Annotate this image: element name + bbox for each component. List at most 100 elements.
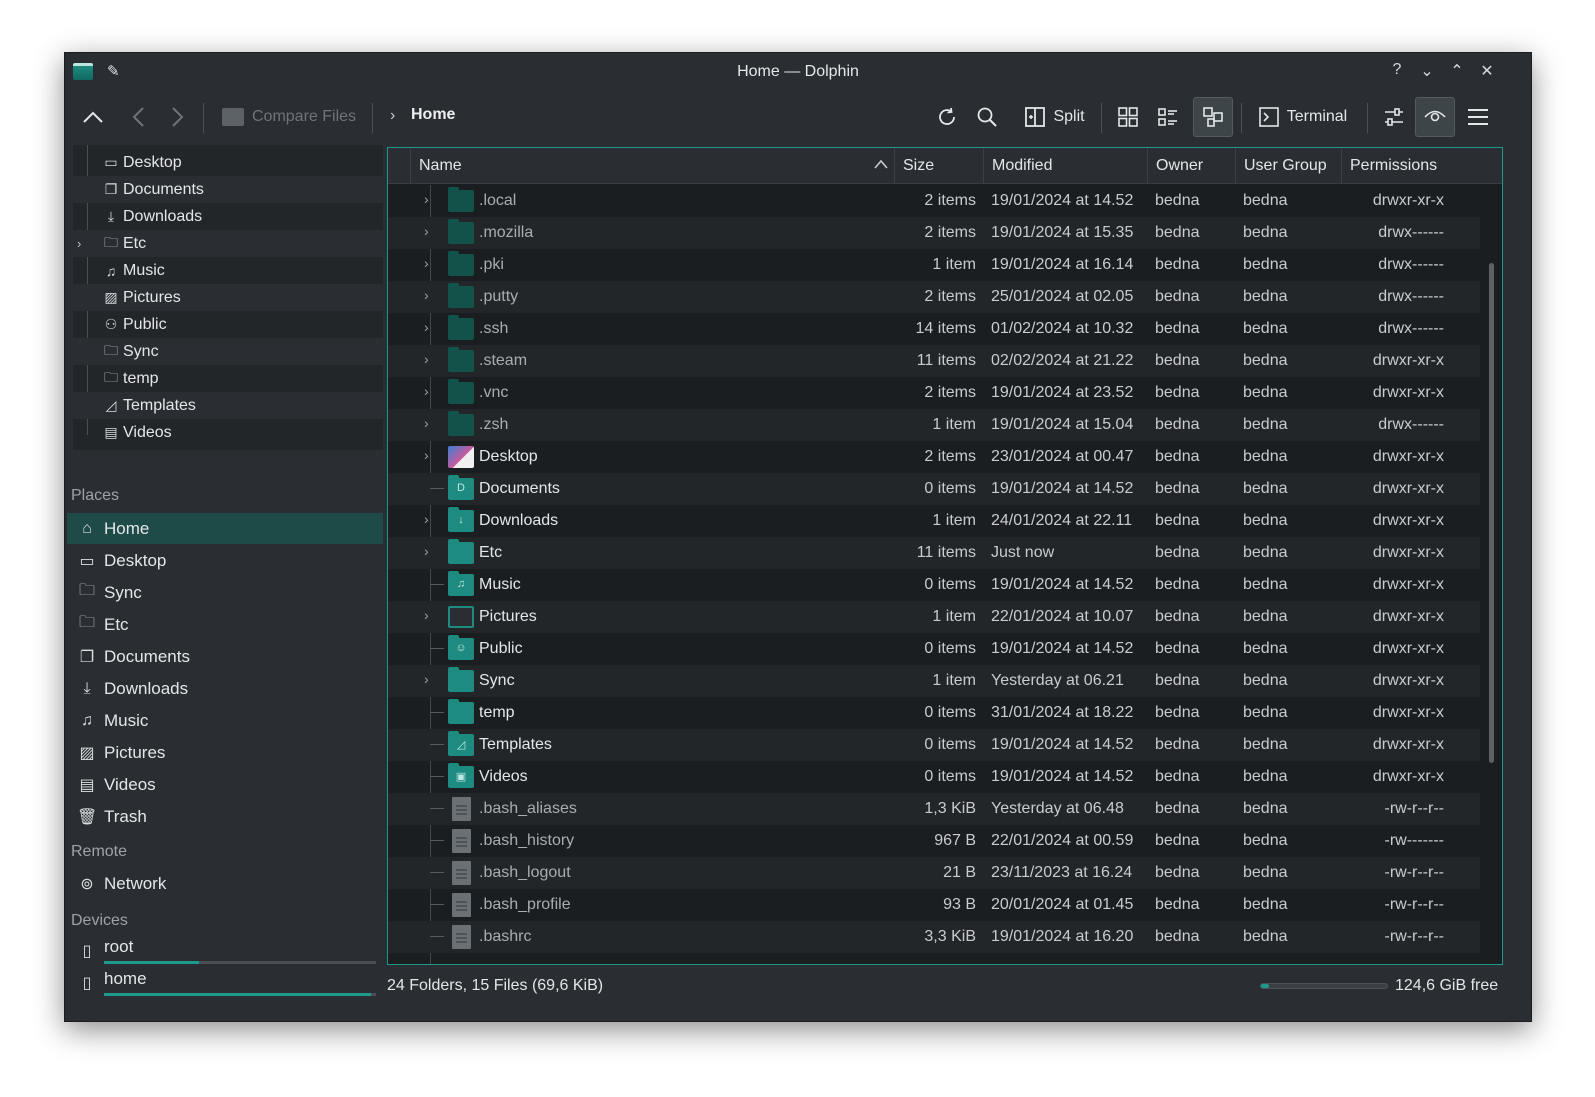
free-space-label[interactable]: 124,6 GiB free — [1395, 977, 1498, 995]
column-size[interactable]: Size — [894, 148, 983, 184]
folder-tree-item[interactable]: ⤓ Downloads — [73, 203, 383, 230]
folder-tree-item[interactable]: 🗀 temp — [73, 365, 383, 392]
folder-icon — [448, 283, 474, 308]
expand-chevron-icon[interactable]: › — [77, 236, 81, 251]
file-row[interactable]: › Etc 11 items Just now bedna bedna drwxr-xr-x — [388, 537, 1480, 569]
icons-view-button[interactable] — [1111, 93, 1145, 141]
folder-tree-item[interactable]: ⚇ Public — [73, 311, 383, 338]
file-name: .mozilla — [479, 224, 534, 241]
up-button[interactable] — [77, 93, 109, 141]
file-row[interactable]: › .putty 2 items 25/01/2024 at 02.05 bedna be… — [388, 281, 1480, 313]
file-row[interactable]: › .ssh 14 items 01/02/2024 at 10.32 bedna bed… — [388, 313, 1480, 345]
details-view[interactable]: Name Size Modified Owner User Group Perm… — [387, 147, 1503, 965]
places-item-pictures[interactable]: ▨ Pictures — [67, 737, 383, 768]
preview-toggle-button[interactable] — [1415, 97, 1455, 137]
search-button[interactable] — [971, 93, 1003, 141]
expand-chevron-icon[interactable]: › — [424, 319, 429, 335]
file-row[interactable]: › .local 2 items 19/01/2024 at 14.52 bedna be… — [388, 185, 1480, 217]
file-row[interactable]: › Pictures 1 item 22/01/2024 at 10.07 bedna b… — [388, 601, 1480, 633]
back-button[interactable] — [123, 93, 153, 141]
main-menu-button[interactable] — [1461, 93, 1495, 141]
file-row[interactable]: › .zsh 1 item 19/01/2024 at 15.04 bedna bedna… — [388, 409, 1480, 441]
split-button[interactable]: Split — [1017, 93, 1093, 141]
expand-chevron-icon[interactable]: › — [424, 511, 429, 527]
column-modified[interactable]: Modified — [983, 148, 1147, 184]
device-item-home[interactable]: ▯ home — [67, 967, 383, 998]
vertical-scrollbar[interactable] — [1480, 185, 1502, 964]
expand-chevron-icon[interactable]: › — [424, 607, 429, 623]
file-row[interactable]: ☺ Public 0 items 19/01/2024 at 14.52 bedna be… — [388, 633, 1480, 665]
column-owner[interactable]: Owner — [1147, 148, 1235, 184]
file-row[interactable]: .bashrc 3,3 KiB 19/01/2024 at 16.20 bedna be… — [388, 921, 1480, 953]
expand-chevron-icon[interactable]: › — [424, 191, 429, 207]
terminal-button[interactable]: Terminal — [1251, 93, 1355, 141]
file-size: 0 items — [924, 704, 976, 721]
file-row[interactable]: › .mozilla 2 items 19/01/2024 at 15.35 bedna… — [388, 217, 1480, 249]
reload-button[interactable] — [931, 93, 963, 141]
places-item-music[interactable]: ♫ Music — [67, 705, 383, 736]
expand-chevron-icon[interactable]: › — [424, 383, 429, 399]
folder-tree-label: Etc — [123, 234, 147, 252]
file-row[interactable]: › .pki 1 item 19/01/2024 at 16.14 bedna bedna… — [388, 249, 1480, 281]
folder-tree-item[interactable]: 🗀 Sync — [73, 338, 383, 365]
file-row[interactable]: .bash_history 967 B 22/01/2024 at 00.59 bed… — [388, 825, 1480, 857]
places-item-downloads[interactable]: ⤓ Downloads — [67, 673, 383, 704]
folder-tree-item[interactable]: ▤ Videos — [73, 419, 383, 446]
places-item-videos[interactable]: ▤ Videos — [67, 769, 383, 800]
folder-tree-item[interactable]: ❐ Documents — [73, 176, 383, 203]
file-row[interactable]: ▣ Videos 0 items 19/01/2024 at 14.52 bedna be… — [388, 761, 1480, 793]
expand-chevron-icon[interactable]: › — [424, 255, 429, 271]
expand-chevron-icon[interactable]: › — [424, 671, 429, 687]
folder-emblem-icon: ▣ — [455, 771, 467, 783]
places-item-documents[interactable]: ❐ Documents — [67, 641, 383, 672]
file-row[interactable]: › ↓ Downloads 1 item 24/01/2024 at 22.11 bedn… — [388, 505, 1480, 537]
expand-chevron-icon[interactable]: › — [424, 287, 429, 303]
places-item-desktop[interactable]: ▭ Desktop — [67, 545, 383, 576]
column-name[interactable]: Name — [410, 148, 894, 184]
column-user-group[interactable]: User Group — [1235, 148, 1341, 184]
folder-tree-item[interactable]: ◿ Templates — [73, 392, 383, 419]
places-item-home[interactable]: ⌂ Home — [67, 513, 383, 544]
folder-tree-item[interactable]: › 🗀 Etc — [73, 230, 383, 257]
compare-files-button[interactable]: Compare Files — [219, 93, 359, 141]
file-row[interactable]: .bash_logout 21 B 23/11/2023 at 16.24 bedna… — [388, 857, 1480, 889]
remote-heading: Remote — [71, 843, 128, 860]
file-row[interactable]: .bash_aliases 1,3 KiB Yesterday at 06.48 be… — [388, 793, 1480, 825]
forward-button[interactable] — [163, 93, 193, 141]
places-item-trash[interactable]: 🗑 Trash — [67, 801, 383, 832]
selection-summary: 24 Folders, 15 Files (69,6 KiB) — [387, 977, 604, 994]
file-group: bedna — [1243, 736, 1288, 753]
expand-chevron-icon[interactable]: › — [424, 223, 429, 239]
file-row[interactable]: ♫ Music 0 items 19/01/2024 at 14.52 bedna bed… — [388, 569, 1480, 601]
minimize-button[interactable]: ⌄ — [1417, 61, 1437, 81]
remote-item-network[interactable]: ⊚ Network — [67, 868, 383, 899]
folder-tree-item[interactable]: ♫ Music — [73, 257, 383, 284]
compact-view-button[interactable] — [1151, 93, 1185, 141]
column-permissions[interactable]: Permissions — [1341, 148, 1451, 184]
expand-chevron-icon[interactable]: › — [424, 415, 429, 431]
view-settings-button[interactable] — [1377, 93, 1411, 141]
folder-tree-item[interactable]: ▨ Pictures — [73, 284, 383, 311]
places-item-sync[interactable]: 🗀 Sync — [67, 577, 383, 608]
file-row[interactable]: › .steam 11 items 02/02/2024 at 21.22 bedna b… — [388, 345, 1480, 377]
expand-chevron-icon[interactable]: › — [424, 447, 429, 463]
details-view-button[interactable] — [1193, 97, 1233, 137]
status-bar: 24 Folders, 15 Files (69,6 KiB) 124,6 Gi… — [387, 971, 1527, 1001]
expand-chevron-icon[interactable]: › — [424, 351, 429, 367]
device-item-root[interactable]: ▯ root — [67, 935, 383, 966]
file-row[interactable]: › Desktop 2 items 23/01/2024 at 00.47 bedna b… — [388, 441, 1480, 473]
file-row[interactable]: › Sync 1 item Yesterday at 06.21 bedna bedna d… — [388, 665, 1480, 697]
maximize-button[interactable]: ⌃ — [1447, 61, 1467, 81]
file-row[interactable]: ◿ Templates 0 items 19/01/2024 at 14.52 bedn… — [388, 729, 1480, 761]
places-item-etc[interactable]: 🗀 Etc — [67, 609, 383, 640]
file-row[interactable]: temp 0 items 31/01/2024 at 18.22 bedna bedna… — [388, 697, 1480, 729]
expand-chevron-icon[interactable]: › — [424, 543, 429, 559]
file-row[interactable]: › .vnc 2 items 19/01/2024 at 23.52 bedna bedn… — [388, 377, 1480, 409]
scrollbar-thumb[interactable] — [1489, 263, 1494, 763]
file-row[interactable]: .bash_profile 93 B 20/01/2024 at 01.45 bedn… — [388, 889, 1480, 921]
folder-tree-item[interactable]: ▭ Desktop — [73, 149, 383, 176]
close-button[interactable]: ✕ — [1477, 61, 1497, 81]
help-button[interactable]: ? — [1387, 61, 1407, 79]
breadcrumb-home[interactable]: Home — [411, 106, 455, 124]
file-row[interactable]: D Documents 0 items 19/01/2024 at 14.52 bedn… — [388, 473, 1480, 505]
